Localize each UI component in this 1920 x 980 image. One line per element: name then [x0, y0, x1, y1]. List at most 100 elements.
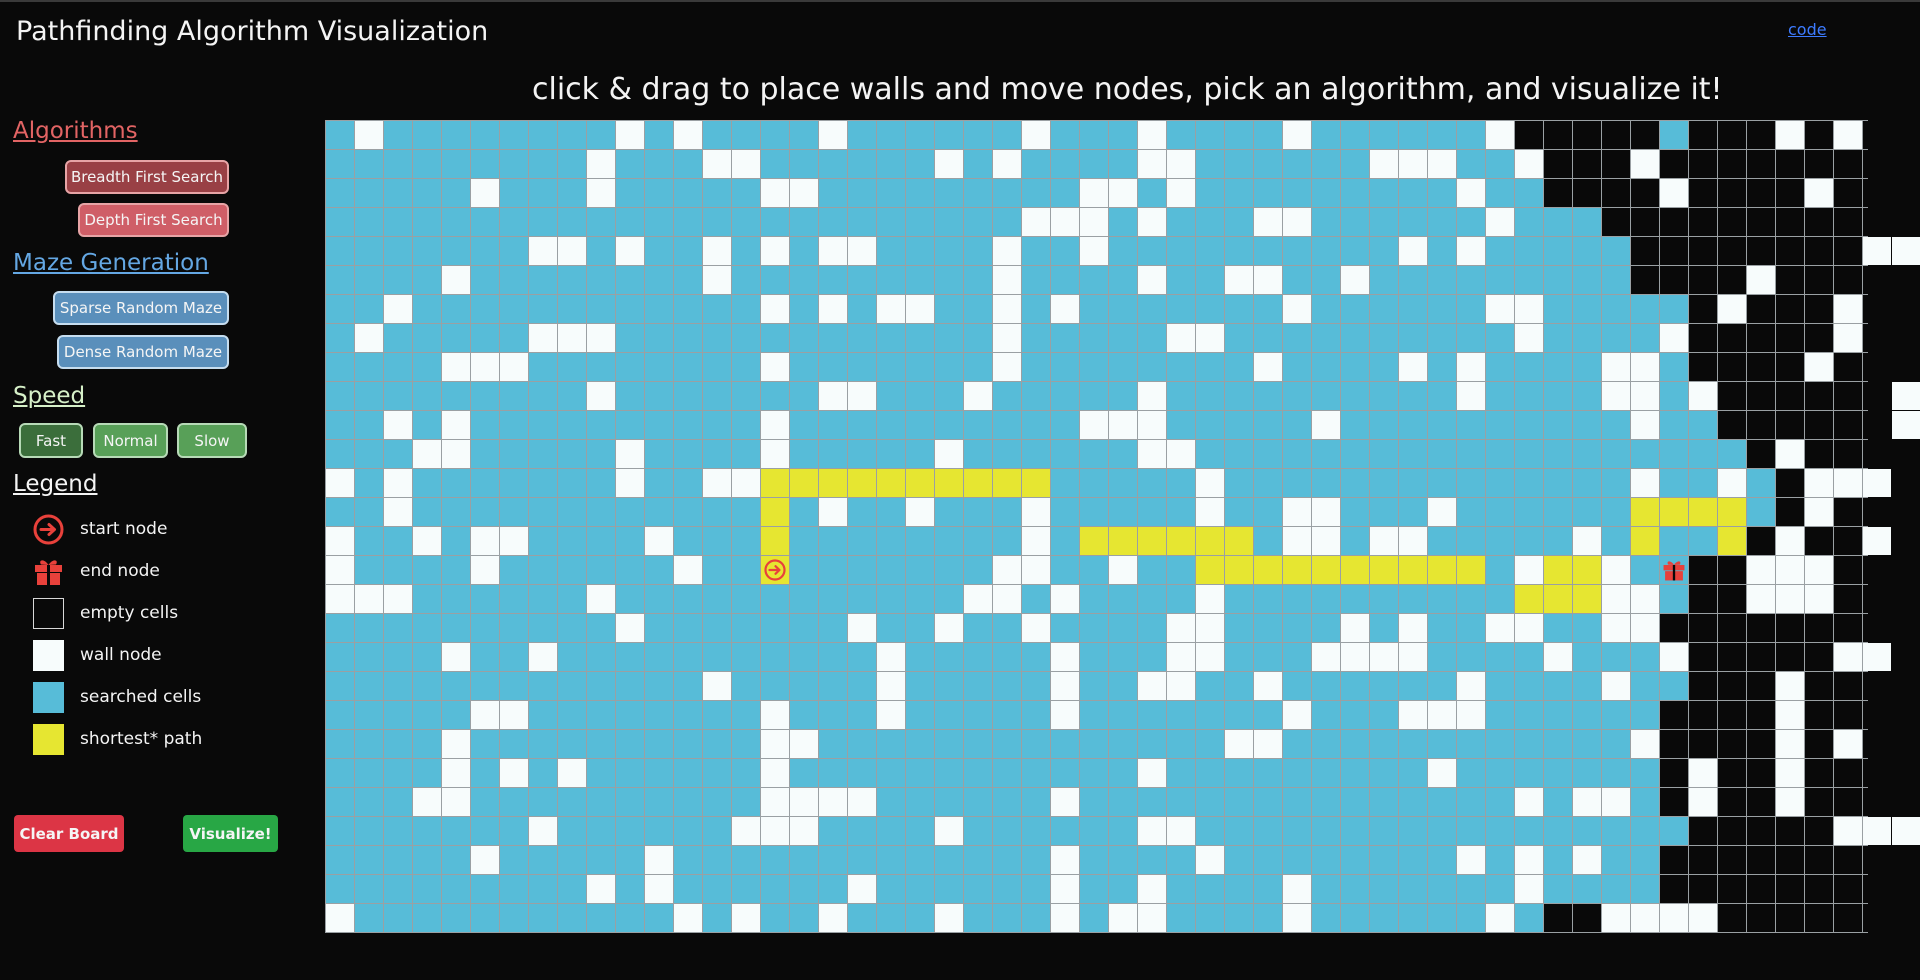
- sparse-random-maze-button[interactable]: Sparse Random Maze: [53, 291, 229, 325]
- grid-cell[interactable]: [645, 730, 673, 758]
- grid-cell[interactable]: [732, 730, 760, 758]
- grid-cell[interactable]: [558, 237, 586, 265]
- grid-cell[interactable]: [587, 295, 615, 323]
- grid-cell[interactable]: [1718, 585, 1746, 613]
- grid-cell[interactable]: [761, 904, 789, 932]
- grid-cell[interactable]: [1457, 614, 1485, 642]
- grid-cell[interactable]: [1399, 295, 1427, 323]
- grid-cell[interactable]: [1892, 585, 1920, 613]
- grid-cell[interactable]: [1196, 498, 1224, 526]
- grid-cell[interactable]: [471, 846, 499, 874]
- grid-cell[interactable]: [674, 266, 702, 294]
- grid-cell[interactable]: [935, 904, 963, 932]
- grid-cell[interactable]: [790, 411, 818, 439]
- grid-cell[interactable]: [1486, 237, 1514, 265]
- grid-cell[interactable]: [471, 817, 499, 845]
- grid-cell[interactable]: [993, 701, 1021, 729]
- grid-cell[interactable]: [587, 817, 615, 845]
- grid-cell[interactable]: [935, 208, 963, 236]
- grid-cell[interactable]: [529, 904, 557, 932]
- grid-cell[interactable]: [529, 353, 557, 381]
- grid-cell[interactable]: [645, 469, 673, 497]
- grid-cell[interactable]: [529, 295, 557, 323]
- grid-cell[interactable]: [761, 150, 789, 178]
- grid-cell[interactable]: [906, 730, 934, 758]
- grid-cell[interactable]: [1515, 875, 1543, 903]
- grid-cell[interactable]: [1370, 469, 1398, 497]
- grid-cell[interactable]: [1863, 179, 1891, 207]
- pathfinding-grid[interactable]: [325, 120, 1920, 933]
- grid-cell[interactable]: [471, 759, 499, 787]
- grid-cell[interactable]: [1051, 585, 1079, 613]
- grid-cell[interactable]: [1515, 382, 1543, 410]
- grid-cell[interactable]: [761, 701, 789, 729]
- grid-cell[interactable]: [384, 759, 412, 787]
- grid-cell[interactable]: [819, 179, 847, 207]
- grid-cell[interactable]: [1718, 556, 1746, 584]
- grid-cell[interactable]: [877, 440, 905, 468]
- grid-cell[interactable]: [1602, 701, 1630, 729]
- grid-cell[interactable]: [1486, 875, 1514, 903]
- grid-cell[interactable]: [1428, 266, 1456, 294]
- grid-cell[interactable]: [732, 672, 760, 700]
- grid-cell[interactable]: [703, 208, 731, 236]
- grid-cell[interactable]: [1892, 179, 1920, 207]
- grid-cell[interactable]: [1457, 237, 1485, 265]
- grid-cell[interactable]: [1544, 527, 1572, 555]
- grid-cell[interactable]: [1080, 440, 1108, 468]
- grid-cell[interactable]: [442, 788, 470, 816]
- grid-cell[interactable]: [1631, 846, 1659, 874]
- grid-cell[interactable]: [1834, 846, 1862, 874]
- grid-cell[interactable]: [964, 817, 992, 845]
- grid-cell[interactable]: [1631, 527, 1659, 555]
- grid-cell[interactable]: [790, 527, 818, 555]
- grid-cell[interactable]: [1776, 759, 1804, 787]
- grid-cell[interactable]: [1573, 643, 1601, 671]
- grid-cell[interactable]: [1486, 179, 1514, 207]
- grid-cell[interactable]: [1283, 643, 1311, 671]
- grid-cell[interactable]: [790, 324, 818, 352]
- grid-cell[interactable]: [413, 324, 441, 352]
- grid-cell[interactable]: [1370, 237, 1398, 265]
- grid-cell[interactable]: [1022, 469, 1050, 497]
- grid-cell[interactable]: [732, 846, 760, 874]
- grid-cell[interactable]: [1109, 411, 1137, 439]
- grid-cell[interactable]: [1051, 614, 1079, 642]
- grid-cell[interactable]: [1689, 353, 1717, 381]
- grid-cell[interactable]: [761, 469, 789, 497]
- grid-cell[interactable]: [558, 701, 586, 729]
- grid-cell[interactable]: [1225, 904, 1253, 932]
- grid-cell[interactable]: [1718, 411, 1746, 439]
- grid-cell[interactable]: [674, 440, 702, 468]
- grid-cell[interactable]: [384, 846, 412, 874]
- grid-cell[interactable]: [1051, 121, 1079, 149]
- grid-cell[interactable]: [1370, 121, 1398, 149]
- grid-cell[interactable]: [355, 353, 383, 381]
- grid-cell[interactable]: [993, 295, 1021, 323]
- grid-cell[interactable]: [703, 788, 731, 816]
- grid-cell[interactable]: [1196, 730, 1224, 758]
- grid-cell[interactable]: [703, 353, 731, 381]
- grid-cell[interactable]: [906, 846, 934, 874]
- grid-cell[interactable]: [1370, 266, 1398, 294]
- grid-cell[interactable]: [877, 237, 905, 265]
- grid-cell[interactable]: [877, 875, 905, 903]
- grid-cell[interactable]: [761, 121, 789, 149]
- grid-cell[interactable]: [1631, 614, 1659, 642]
- grid-cell[interactable]: [384, 498, 412, 526]
- grid-cell[interactable]: [1457, 498, 1485, 526]
- grid-cell[interactable]: [1080, 701, 1108, 729]
- grid-cell[interactable]: [819, 324, 847, 352]
- grid-cell[interactable]: [848, 846, 876, 874]
- grid-cell[interactable]: [384, 440, 412, 468]
- grid-cell[interactable]: [645, 788, 673, 816]
- grid-cell[interactable]: [645, 904, 673, 932]
- grid-cell[interactable]: [384, 150, 412, 178]
- grid-cell[interactable]: [1544, 585, 1572, 613]
- grid-cell[interactable]: [1689, 701, 1717, 729]
- grid-cell[interactable]: [442, 875, 470, 903]
- grid-cell[interactable]: [413, 527, 441, 555]
- grid-cell[interactable]: [1631, 672, 1659, 700]
- grid-cell[interactable]: [587, 904, 615, 932]
- grid-cell[interactable]: [500, 266, 528, 294]
